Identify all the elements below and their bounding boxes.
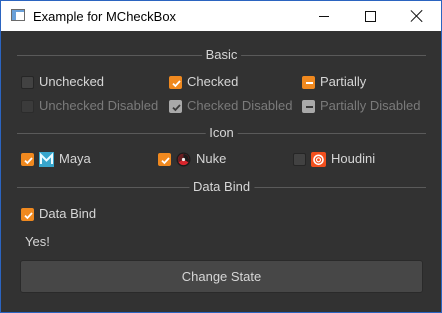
checkbox-label: Data Bind [39,206,97,221]
checkbox-data-bind[interactable]: Data Bind [21,205,96,223]
maximize-button[interactable] [347,1,393,31]
minimize-icon [319,15,329,17]
bound-status-text: Yes! [25,234,50,249]
checkbox-label: Checked Disabled [187,98,293,113]
checkmark-icon [169,99,182,113]
maya-icon [39,151,54,167]
checkbox-checked[interactable]: Checked [169,73,238,91]
checkmark-icon [169,75,182,89]
checkbox-empty-icon [21,75,34,89]
app-window: Example for MCheckBox Basic Unchecked Ch… [0,0,442,313]
checkmark-icon [21,152,34,166]
close-button[interactable] [394,1,440,31]
close-icon [411,10,423,22]
section-title-data-bind: Data Bind [188,179,255,195]
section-title-basic: Basic [201,47,242,63]
checkbox-unchecked[interactable]: Unchecked [21,73,104,91]
section-title-icon: Icon [205,125,238,141]
checkbox-label: Checked [187,74,239,89]
checkbox-partially-disabled: Partially Disabled [302,97,420,115]
checkbox-nuke[interactable]: Nuke [158,150,226,168]
checkmark-icon [158,152,171,166]
partial-check-icon [302,75,315,89]
main-content: Basic Unchecked Checked Partially Unchec… [1,31,441,312]
checkbox-label: Partially Disabled [320,98,421,113]
nuke-icon [176,152,191,166]
minimize-button[interactable] [301,1,347,31]
partial-check-icon [302,99,315,113]
houdini-icon [311,151,326,167]
checkbox-empty-icon [293,152,306,166]
checkbox-unchecked-disabled: Unchecked Disabled [21,97,158,115]
checkbox-partially[interactable]: Partially [302,73,366,91]
checkbox-empty-icon [21,99,34,113]
app-window-icon [11,9,25,21]
checkbox-maya[interactable]: Maya [21,150,91,168]
section-divider-icon: Icon [17,125,426,141]
checkbox-houdini[interactable]: Houdini [293,150,375,168]
maximize-icon [364,10,376,22]
checkmark-icon [21,207,34,221]
checkbox-checked-disabled: Checked Disabled [169,97,293,115]
checkbox-label: Nuke [196,151,227,166]
window-title: Example for MCheckBox [33,9,177,24]
checkbox-label: Unchecked [39,74,105,89]
checkbox-label: Partially [320,74,367,89]
checkbox-label: Unchecked Disabled [39,98,159,113]
checkbox-label: Maya [59,151,91,166]
section-divider-basic: Basic [17,47,426,63]
checkbox-label: Houdini [331,151,376,166]
change-state-button[interactable]: Change State [20,260,423,293]
title-bar[interactable]: Example for MCheckBox [1,1,441,31]
section-divider-data-bind: Data Bind [17,179,426,195]
